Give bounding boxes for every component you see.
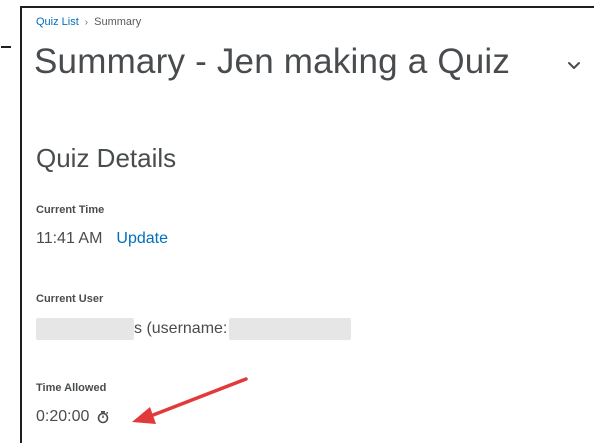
redacted-username-block	[229, 318, 352, 340]
red-arrow-icon	[132, 377, 248, 424]
current-user-row: s (username:	[36, 318, 352, 340]
breadcrumb-separator: ›	[84, 16, 89, 28]
current-time-label: Current Time	[36, 204, 105, 216]
update-time-link[interactable]: Update	[116, 230, 168, 248]
stopwatch-icon	[96, 410, 110, 424]
chevron-down-icon[interactable]	[563, 55, 585, 77]
time-allowed-row: 0:20:00	[36, 408, 110, 426]
time-allowed-value: 0:20:00	[36, 408, 90, 425]
current-time-row: 11:41 AM Update	[36, 230, 168, 248]
page-title-row: Summary - Jen making a Quiz	[34, 42, 589, 82]
breadcrumb: Quiz List › Summary	[36, 16, 141, 28]
frame-corner-mark	[1, 46, 11, 48]
page-title: Summary - Jen making a Quiz	[34, 42, 511, 81]
current-user-visible-text: s (username:	[134, 320, 228, 337]
quiz-summary-page: Quiz List › Summary Summary - Jen making…	[0, 0, 594, 443]
breadcrumb-quiz-list-link[interactable]: Quiz List	[36, 16, 79, 28]
frame-top-border	[20, 6, 594, 8]
current-user-label: Current User	[36, 293, 104, 305]
current-time-value: 11:41 AM	[36, 230, 103, 247]
frame-left-border	[20, 6, 22, 443]
redacted-name-block	[36, 318, 134, 340]
time-allowed-label: Time Allowed	[36, 382, 107, 394]
breadcrumb-current: Summary	[94, 16, 142, 28]
quiz-details-heading: Quiz Details	[36, 143, 177, 173]
